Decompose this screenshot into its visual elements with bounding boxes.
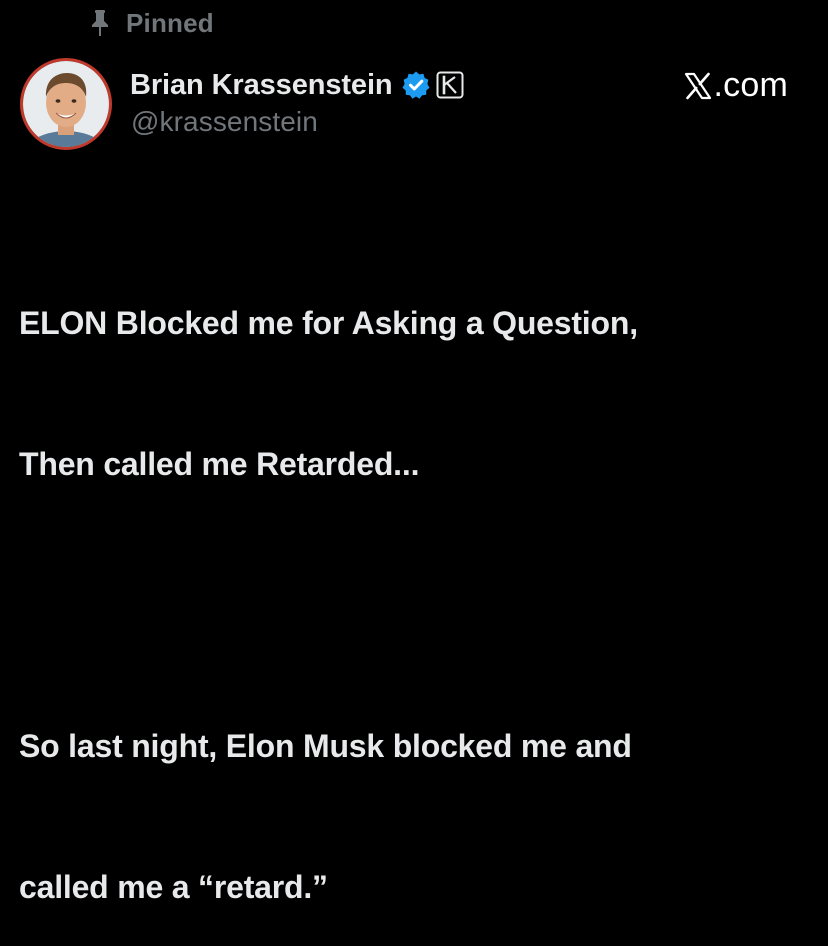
author-name-row: Brian Krassenstein (130, 64, 465, 106)
pinned-label: Pinned (126, 7, 214, 38)
post-text-line: called me a “retard.” (19, 869, 328, 905)
author-display-name[interactable]: Brian Krassenstein (130, 69, 393, 102)
x-logo-icon (684, 72, 712, 100)
pin-icon (88, 9, 112, 37)
post-text-line: ELON Blocked me for Asking a Question, (19, 305, 638, 341)
post-body: ELON Blocked me for Asking a Question, T… (19, 206, 799, 946)
verified-badge-icon[interactable] (401, 70, 431, 100)
post-text-line: So last night, Elon Musk blocked me and (19, 728, 632, 764)
affiliate-k-badge-icon[interactable] (435, 70, 465, 100)
post-text-line: Then called me Retarded... (19, 446, 420, 482)
site-mark: .com (684, 66, 788, 105)
author-handle[interactable]: @krassenstein (131, 106, 318, 138)
site-domain-label: .com (713, 66, 788, 104)
pinned-indicator: Pinned (88, 6, 214, 40)
avatar[interactable] (20, 58, 112, 150)
